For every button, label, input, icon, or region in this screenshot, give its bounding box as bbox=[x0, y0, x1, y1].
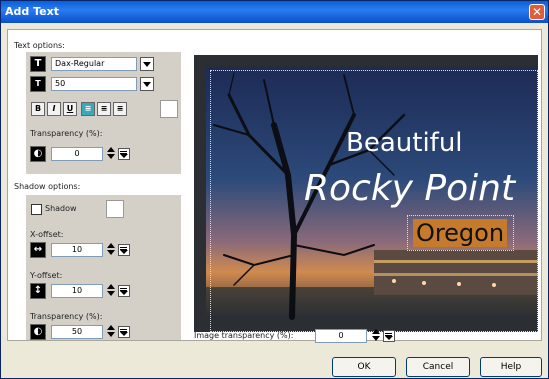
shadow-transparency-label: Transparency (%): bbox=[30, 312, 103, 321]
y-offset-slider-button[interactable] bbox=[118, 285, 130, 297]
close-button[interactable]: ✕ bbox=[529, 4, 545, 20]
y-offset-spinner[interactable] bbox=[106, 284, 116, 298]
preview-line-3: Oregon bbox=[413, 219, 507, 247]
x-offset-slider-button[interactable] bbox=[118, 244, 130, 256]
text-transparency-field[interactable]: 0 bbox=[51, 147, 103, 161]
x-offset-field[interactable]: 10 bbox=[51, 243, 103, 257]
add-text-dialog: Add Text ✕ Text options: T Dax-Regular T… bbox=[0, 0, 549, 379]
font-icon: T bbox=[30, 56, 46, 72]
align-left-button[interactable]: ≡ bbox=[81, 102, 95, 116]
image-transparency-label: Image transparency (%): bbox=[194, 331, 294, 340]
shadow-options-group: Shadow X-offset: ↔ 10 Y-offset: ↕ 10 Tra… bbox=[26, 195, 181, 340]
preview-line-2: Rocky Point bbox=[304, 168, 516, 209]
x-offset-icon: ↔ bbox=[30, 242, 46, 258]
shadow-transparency-slider-button[interactable] bbox=[118, 326, 130, 338]
image-transparency-field[interactable]: 0 bbox=[315, 329, 367, 343]
options-panel: Text options: T Dax-Regular T 50 B I U ≡… bbox=[8, 30, 189, 340]
help-button[interactable]: Help bbox=[480, 357, 542, 377]
shadow-checkbox[interactable] bbox=[31, 204, 42, 215]
shadow-color-swatch[interactable] bbox=[106, 200, 124, 218]
x-offset-spinner[interactable] bbox=[106, 243, 116, 257]
transparency-icon: ◐ bbox=[30, 146, 46, 162]
title-bar: Add Text ✕ bbox=[1, 1, 548, 23]
x-offset-label: X-offset: bbox=[30, 230, 64, 239]
content-area: Text options: T Dax-Regular T 50 B I U ≡… bbox=[7, 29, 542, 343]
text-color-swatch[interactable] bbox=[160, 100, 178, 118]
y-offset-label: Y-offset: bbox=[30, 271, 63, 280]
align-center-button[interactable]: ≡ bbox=[97, 102, 111, 116]
font-dropdown-arrow[interactable] bbox=[140, 57, 154, 71]
preview-line-1: Beautiful bbox=[346, 128, 463, 158]
shadow-transparency-field[interactable]: 50 bbox=[51, 325, 103, 339]
shadow-transparency-icon: ◐ bbox=[30, 324, 46, 340]
font-size-select[interactable]: 50 bbox=[51, 77, 137, 91]
text-transparency-spinner[interactable] bbox=[106, 147, 116, 161]
font-size-dropdown-arrow[interactable] bbox=[140, 77, 154, 91]
italic-button[interactable]: I bbox=[47, 102, 61, 116]
text-transparency-label: Transparency (%): bbox=[30, 129, 103, 138]
text-preview-canvas[interactable]: Beautiful Rocky Point Oregon bbox=[194, 55, 538, 332]
shadow-checkbox-label: Shadow bbox=[45, 204, 77, 213]
cancel-button[interactable]: Cancel bbox=[406, 357, 470, 377]
y-offset-field[interactable]: 10 bbox=[51, 284, 103, 298]
shadow-options-label: Shadow options: bbox=[14, 182, 81, 191]
image-transparency-slider-button[interactable] bbox=[383, 330, 395, 342]
shadow-transparency-spinner[interactable] bbox=[106, 325, 116, 339]
text-options-label: Text options: bbox=[14, 41, 65, 50]
y-offset-icon: ↕ bbox=[30, 283, 46, 299]
window-title: Add Text bbox=[5, 5, 59, 18]
text-options-group: T Dax-Regular T 50 B I U ≡ ≡ ≡ Transpare… bbox=[26, 52, 181, 174]
bold-button[interactable]: B bbox=[31, 102, 45, 116]
image-transparency-spinner[interactable] bbox=[371, 329, 381, 343]
underline-button[interactable]: U bbox=[63, 102, 77, 116]
text-transparency-slider-button[interactable] bbox=[118, 148, 130, 160]
font-select[interactable]: Dax-Regular bbox=[51, 57, 137, 71]
ok-button[interactable]: OK bbox=[332, 357, 396, 377]
font-size-icon: T bbox=[30, 76, 46, 92]
align-right-button[interactable]: ≡ bbox=[113, 102, 127, 116]
